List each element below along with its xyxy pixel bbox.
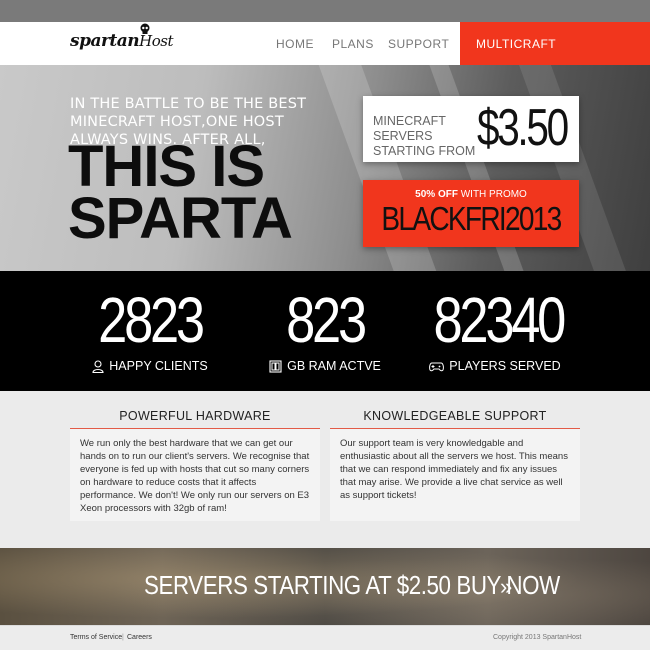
footer-separator: | xyxy=(122,634,124,641)
stat-label-row: HAPPY CLIENTS xyxy=(80,359,220,373)
banner-text[interactable]: SERVERS STARTING AT $2.50 BUY NOW xyxy=(144,570,560,601)
feature-title: KNOWLEDGEABLE SUPPORT xyxy=(330,409,580,429)
footer-careers-link[interactable]: Careers xyxy=(127,634,152,641)
promo-card[interactable]: 50% OFF WITH PROMO BLACKFRI2013 xyxy=(363,180,579,247)
promo-code: BLACKFRI2013 xyxy=(381,200,562,237)
memory-icon xyxy=(269,359,282,373)
stat-label: PLAYERS SERVED xyxy=(449,359,561,373)
buy-now-banner[interactable]: SERVERS STARTING AT $2.50 BUY NOW » xyxy=(0,548,650,625)
stat-label-row: PLAYERS SERVED xyxy=(420,359,570,373)
nav-multicraft-button[interactable]: MULTICRAFT xyxy=(460,22,650,65)
feature-title: POWERFUL HARDWARE xyxy=(70,409,320,429)
feature-support: KNOWLEDGEABLE SUPPORT Our support team i… xyxy=(330,409,580,521)
promo-discount: 50% OFF xyxy=(415,189,458,200)
stat-happy-clients: 2823 HAPPY CLIENTS xyxy=(80,287,220,373)
stat-value: 82340 xyxy=(433,284,567,356)
stat-value: 823 xyxy=(286,284,367,356)
price-card: MINECRAFT SERVERS STARTING FROM $3.50 xyxy=(363,96,579,162)
features-section: POWERFUL HARDWARE We run only the best h… xyxy=(0,391,650,548)
price-value: $3.50 xyxy=(477,99,569,157)
gamepad-icon xyxy=(429,362,445,371)
price-label: MINECRAFT SERVERS STARTING FROM xyxy=(373,114,476,158)
hero-section: IN THE BATTLE TO BE THE BEST MINECRAFT H… xyxy=(0,65,650,271)
feature-hardware: POWERFUL HARDWARE We run only the best h… xyxy=(70,409,320,521)
promo-headline: 50% OFF WITH PROMO xyxy=(363,180,579,200)
nav-plans[interactable]: PLANS xyxy=(332,37,374,51)
logo[interactable]: spartanHost xyxy=(70,31,174,51)
stat-value: 2823 xyxy=(98,284,205,356)
hero-title: THIS IS SPARTA xyxy=(68,138,293,251)
feature-body: Our support team is very knowledgable an… xyxy=(330,429,580,521)
stat-label-row: GB RAM ACTVE xyxy=(255,359,395,373)
skull-icon xyxy=(140,23,150,34)
footer: Terms of Service | Careers Copyright 201… xyxy=(0,625,650,650)
double-chevron-right-icon[interactable]: » xyxy=(500,574,513,600)
stat-label: GB RAM ACTVE xyxy=(287,359,381,373)
user-icon xyxy=(92,359,104,373)
feature-body: We run only the best hardware that we ca… xyxy=(70,429,320,521)
stat-ram: 823 GB RAM ACTVE xyxy=(255,287,395,373)
stat-label: HAPPY CLIENTS xyxy=(109,359,208,373)
footer-copyright: Copyright 2013 SpartanHost xyxy=(493,634,582,641)
hero-title-line2: SPARTA xyxy=(68,186,293,251)
stat-players: 82340 PLAYERS SERVED xyxy=(420,287,570,373)
nav-home[interactable]: HOME xyxy=(276,37,314,51)
footer-terms-link[interactable]: Terms of Service xyxy=(70,634,122,641)
stats-section: 2823 HAPPY CLIENTS 823 GB RAM ACTVE 8234… xyxy=(0,271,650,391)
promo-suffix: WITH PROMO xyxy=(457,189,527,200)
nav-support[interactable]: SUPPORT xyxy=(388,37,449,51)
logo-main-text: spartan xyxy=(70,31,140,51)
